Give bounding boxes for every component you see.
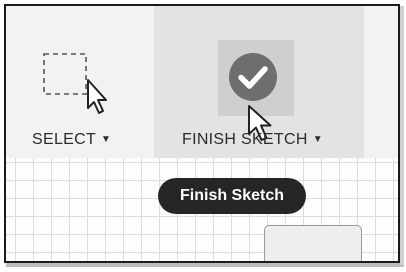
screenshot-frame: SELECT ▼ FINISH SKETCH ▼ Finish Sketch [4,4,400,263]
select-label-row: SELECT ▼ [32,131,111,149]
sketch-toolbar: SELECT ▼ FINISH SKETCH ▼ [6,6,398,158]
finish-sketch-label-row: FINISH SKETCH ▼ [182,131,323,149]
finish-sketch-button-label: FINISH SKETCH [182,131,308,148]
finish-sketch-button[interactable]: FINISH SKETCH ▼ [154,6,364,158]
frame-shadow-bottom [6,263,404,267]
caret-down-icon[interactable]: ▼ [313,134,323,145]
frame-shadow-right [400,6,404,265]
view-cube-partial[interactable] [264,225,362,261]
select-button-label: SELECT [32,131,97,148]
caret-down-icon[interactable]: ▼ [101,134,111,145]
finish-sketch-tooltip: Finish Sketch [158,178,307,214]
select-button[interactable]: SELECT ▼ [6,6,154,158]
checkmark-icon [229,53,277,101]
select-window-icon [43,53,107,114]
